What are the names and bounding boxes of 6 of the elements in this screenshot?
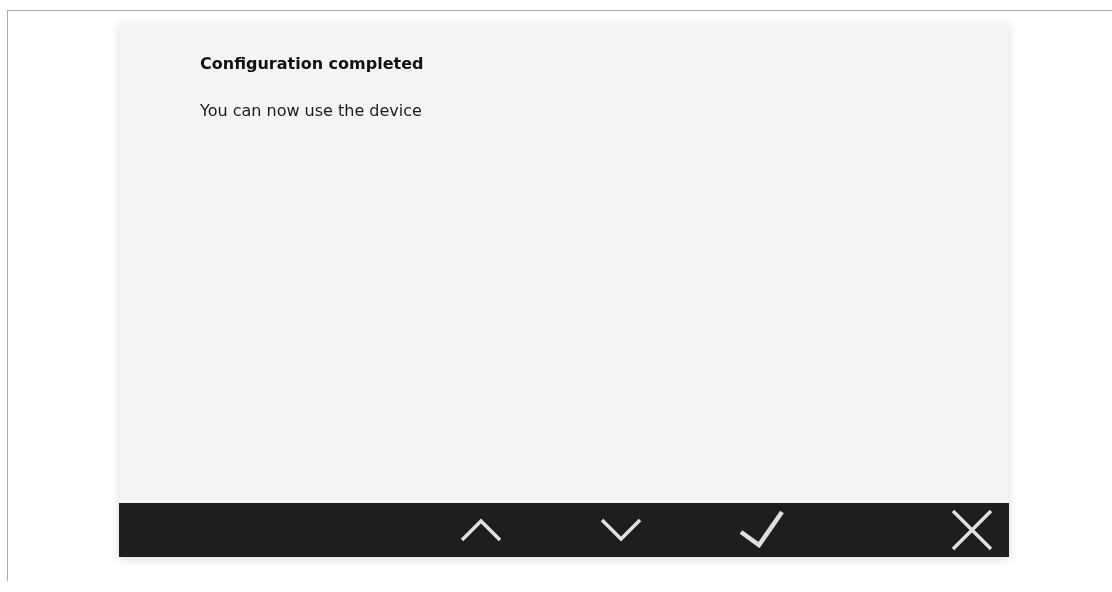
chevron-down-icon bbox=[600, 518, 643, 542]
close-icon bbox=[951, 509, 993, 551]
dialog-title: Configuration completed bbox=[200, 54, 425, 73]
dialog-message: You can now use the device bbox=[200, 101, 423, 120]
checkmark-icon bbox=[738, 509, 785, 551]
chevron-up-icon bbox=[460, 518, 503, 542]
